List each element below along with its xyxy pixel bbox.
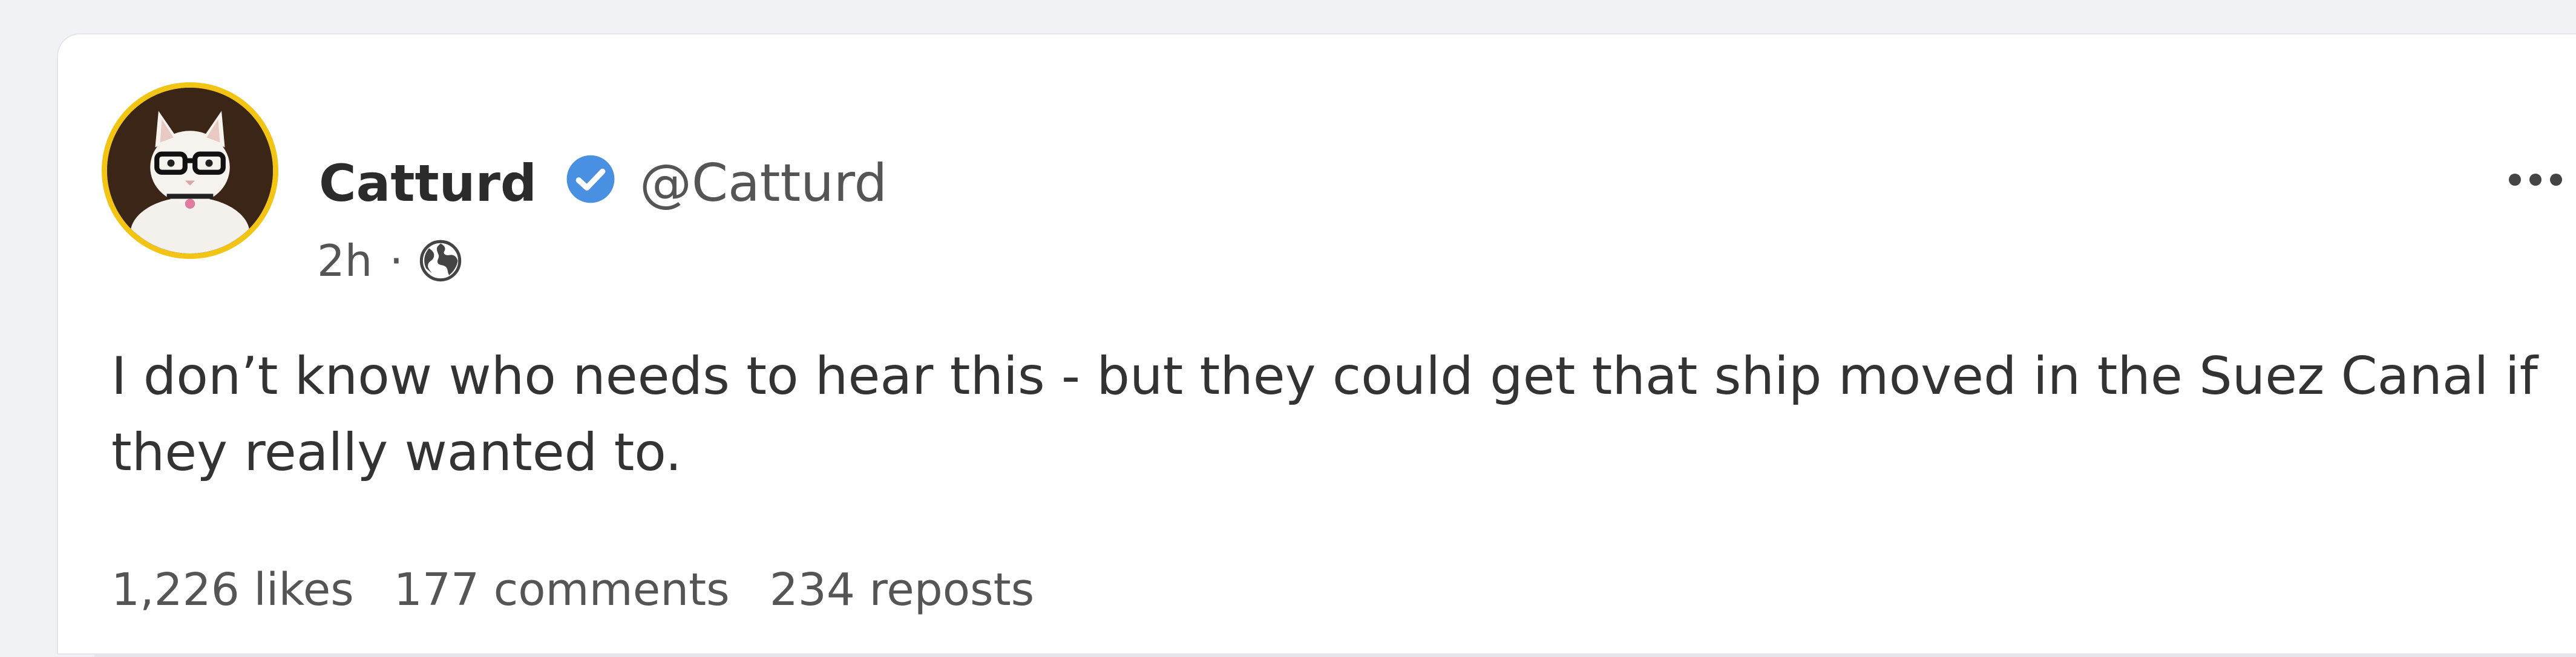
post-stats: 1,226 likes 177 comments 234 reposts [111, 560, 1074, 620]
comments-count[interactable]: 177 comments [394, 564, 730, 616]
more-options-button[interactable] [2509, 162, 2576, 198]
more-dot [2529, 174, 2542, 186]
cat-avatar-icon [107, 88, 273, 253]
meta-separator: · [389, 235, 404, 286]
avatar[interactable] [102, 82, 278, 259]
author-row: Catturd @Catturd [319, 147, 887, 220]
post-timestamp[interactable]: 2h [317, 235, 372, 286]
globe-icon [418, 238, 464, 284]
author-handle[interactable]: @Catturd [640, 157, 887, 209]
verified-badge-icon [565, 153, 617, 205]
post-meta: 2h · [317, 230, 464, 291]
author-display-name[interactable]: Catturd [319, 158, 537, 209]
post-text: I don’t know who needs to hear this - bu… [111, 346, 2538, 483]
likes-count[interactable]: 1,226 likes [111, 564, 354, 616]
stats-divider [94, 655, 2576, 657]
reposts-count[interactable]: 234 reposts [770, 564, 1034, 616]
more-dot [2509, 174, 2521, 186]
more-dot [2550, 174, 2562, 186]
post-card: Catturd @Catturd 2h · I don’t know who n… [58, 34, 2576, 657]
